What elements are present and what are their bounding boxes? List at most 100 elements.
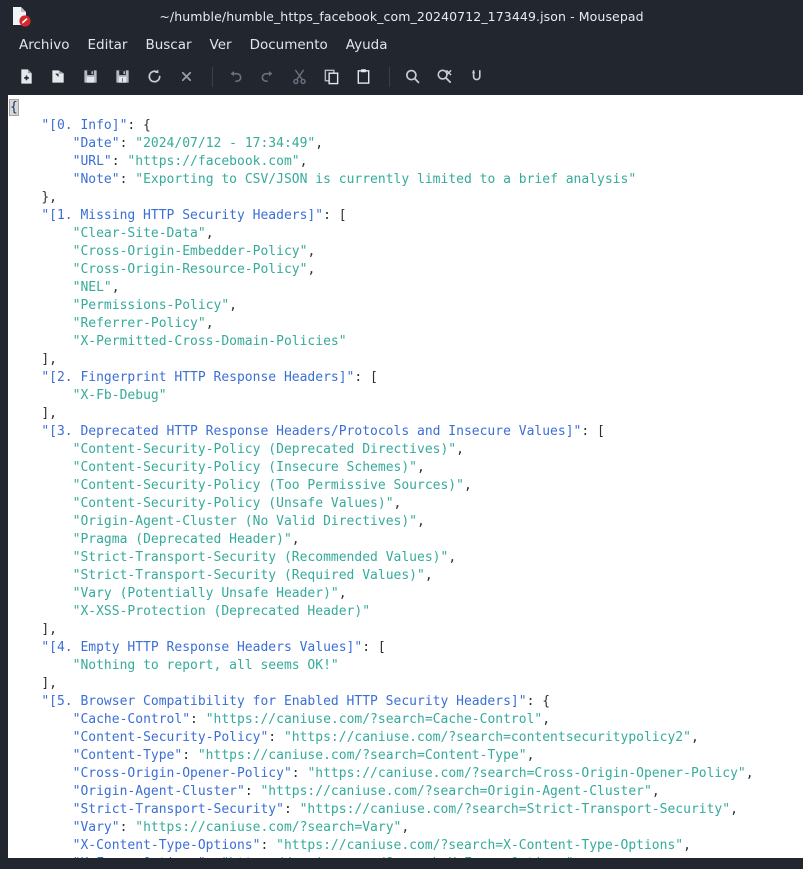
json-key: "X-Content-Type-Options" bbox=[72, 838, 261, 853]
menu-documento[interactable]: Documento bbox=[241, 34, 337, 56]
find-icon[interactable] bbox=[398, 63, 426, 91]
menu-ayuda[interactable]: Ayuda bbox=[337, 34, 397, 56]
code-line: "Strict-Transport-Security": "https://ca… bbox=[10, 801, 803, 819]
go-to-line-icon[interactable] bbox=[462, 63, 490, 91]
cut-icon[interactable] bbox=[285, 63, 313, 91]
copy-icon[interactable] bbox=[317, 63, 345, 91]
json-document-text[interactable]: { "[0. Info]": { "Date": "2024/07/12 - 1… bbox=[8, 99, 803, 858]
json-value: "2024/07/12 - 17:34:49" bbox=[135, 136, 316, 151]
find-replace-icon[interactable] bbox=[430, 63, 458, 91]
json-punctuation: , bbox=[111, 280, 120, 295]
json-value: "https://caniuse.com/?search=Content-Typ… bbox=[197, 748, 527, 763]
json-value: "https://caniuse.com/?search=Cross-Origi… bbox=[307, 766, 746, 781]
json-punctuation: , bbox=[291, 532, 300, 547]
json-value: "Nothing to report, all seems OK!" bbox=[72, 658, 339, 673]
json-value: "Cross-Origin-Embedder-Policy" bbox=[72, 244, 308, 259]
close-document-icon[interactable] bbox=[172, 63, 200, 91]
redo-icon[interactable] bbox=[253, 63, 281, 91]
code-line: "Referrer-Policy", bbox=[10, 315, 803, 333]
json-value: "Content-Security-Policy (Unsafe Values)… bbox=[72, 496, 394, 511]
json-punctuation: : bbox=[206, 856, 222, 858]
json-punctuation: , bbox=[456, 442, 464, 457]
json-punctuation: , bbox=[205, 316, 214, 331]
code-line: "X-Frame-Options": "https://caniuse.com/… bbox=[10, 855, 803, 858]
open-document-icon[interactable] bbox=[44, 63, 72, 91]
editor-viewport[interactable]: { "[0. Info]": { "Date": "2024/07/12 - 1… bbox=[8, 95, 803, 858]
json-key: "[3. Deprecated HTTP Response Headers/Pr… bbox=[41, 424, 582, 439]
json-value: "X-Fb-Debug" bbox=[72, 388, 167, 403]
code-line: "[1. Missing HTTP Security Headers]": [ bbox=[10, 207, 803, 225]
json-key: "[4. Empty HTTP Response Headers Values]… bbox=[41, 640, 363, 655]
json-key: "Strict-Transport-Security" bbox=[72, 802, 284, 817]
menu-editar[interactable]: Editar bbox=[78, 34, 136, 56]
json-value: "X-Permitted-Cross-Domain-Policies" bbox=[72, 334, 347, 349]
reload-icon[interactable] bbox=[140, 63, 168, 91]
code-line: "X-Content-Type-Options": "https://caniu… bbox=[10, 837, 803, 855]
toolbar: I bbox=[0, 58, 803, 95]
undo-icon[interactable] bbox=[221, 63, 249, 91]
code-line: "Cross-Origin-Embedder-Policy", bbox=[10, 243, 803, 261]
code-line: ], bbox=[10, 405, 803, 423]
json-value: "Clear-Site-Data" bbox=[72, 226, 206, 241]
save-as-icon[interactable]: I bbox=[108, 63, 136, 91]
json-punctuation: , bbox=[651, 784, 660, 799]
code-line: "[5. Browser Compatibility for Enabled H… bbox=[10, 693, 803, 711]
json-value: "https://caniuse.com/?search=Origin-Agen… bbox=[260, 784, 652, 799]
json-key: "Vary" bbox=[72, 820, 120, 835]
title-bar: ~/humble/humble_https_facebook_com_20240… bbox=[0, 0, 803, 32]
editor-area[interactable]: { "[0. Info]": { "Date": "2024/07/12 - 1… bbox=[0, 95, 803, 858]
json-value: "https://caniuse.com/?search=Strict-Tran… bbox=[299, 802, 731, 817]
json-punctuation: : { bbox=[127, 118, 151, 133]
toolbar-separator bbox=[389, 66, 390, 87]
window-title: ~/humble/humble_https_facebook_com_20240… bbox=[159, 8, 644, 24]
code-line: "[4. Empty HTTP Response Headers Values]… bbox=[10, 639, 803, 657]
code-line: ], bbox=[10, 351, 803, 369]
save-icon[interactable] bbox=[76, 63, 104, 91]
editor-left-margin bbox=[0, 95, 8, 858]
json-key: "[5. Browser Compatibility for Enabled H… bbox=[41, 694, 527, 709]
json-key: "[2. Fingerprint HTTP Response Headers]" bbox=[41, 370, 355, 385]
menu-ver[interactable]: Ver bbox=[201, 34, 241, 56]
json-punctuation: , bbox=[393, 496, 402, 511]
code-line: "Content-Type": "https://caniuse.com/?se… bbox=[10, 747, 803, 765]
json-punctuation: , bbox=[315, 136, 324, 151]
json-punctuation: , bbox=[683, 838, 691, 853]
new-document-icon[interactable] bbox=[12, 63, 40, 91]
json-punctuation: , bbox=[448, 550, 457, 565]
code-line: "Cache-Control": "https://caniuse.com/?s… bbox=[10, 711, 803, 729]
menu-buscar[interactable]: Buscar bbox=[136, 34, 200, 56]
code-line: ], bbox=[10, 621, 803, 639]
json-value: "https://caniuse.com/?search=contentsecu… bbox=[283, 730, 691, 745]
code-line: "Date": "2024/07/12 - 17:34:49", bbox=[10, 135, 803, 153]
code-line: "Vary (Potentially Unsafe Header)", bbox=[10, 585, 803, 603]
menu-archivo[interactable]: Archivo bbox=[10, 34, 78, 56]
json-punctuation: , bbox=[205, 226, 214, 241]
json-value: "https://caniuse.com/?search=X-Content-T… bbox=[276, 838, 684, 853]
json-punctuation: : bbox=[244, 784, 261, 799]
code-line: "[3. Deprecated HTTP Response Headers/Pr… bbox=[10, 423, 803, 441]
code-line: "URL": "https://facebook.com", bbox=[10, 153, 803, 171]
json-key: "Content-Security-Policy" bbox=[72, 730, 269, 745]
json-punctuation: }, bbox=[41, 190, 57, 205]
paste-icon[interactable] bbox=[349, 63, 377, 91]
toolbar-separator bbox=[212, 66, 213, 87]
